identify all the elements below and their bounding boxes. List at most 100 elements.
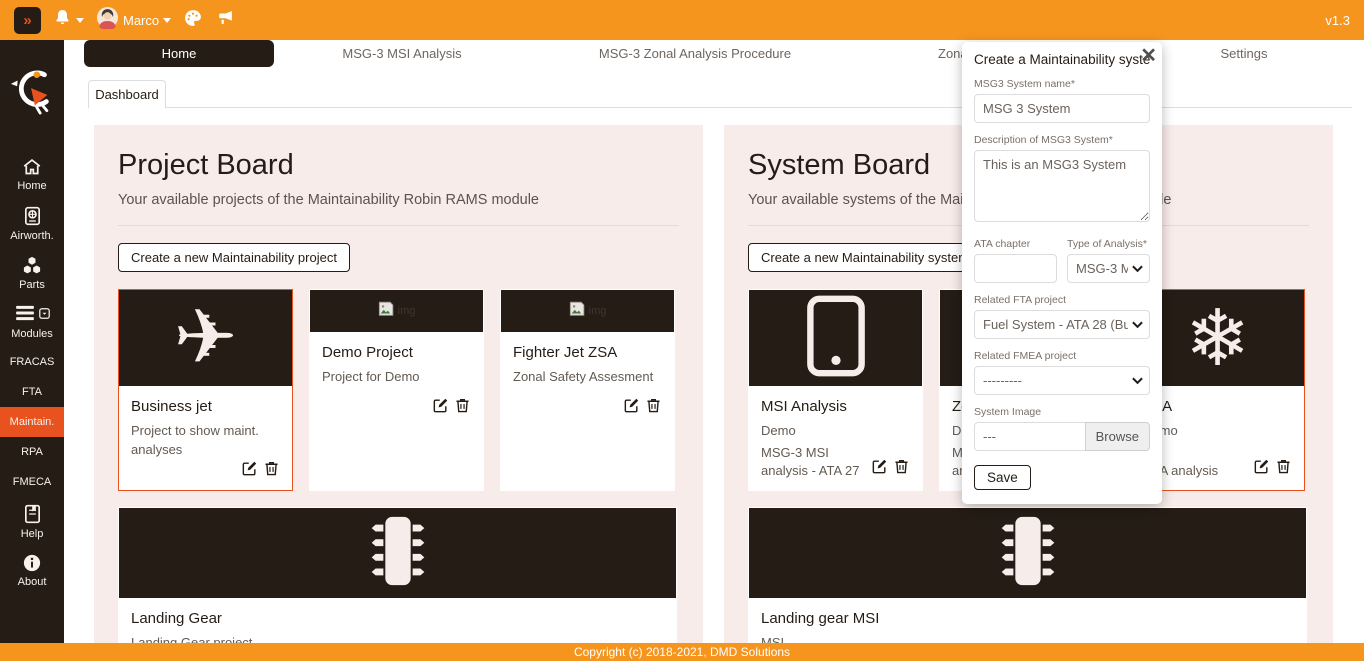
- tab-msg3-zonal-analysis-procedure[interactable]: MSG-3 Zonal Analysis Procedure: [575, 40, 815, 67]
- airplane-icon: ✈: [174, 300, 238, 376]
- page-title: Project Board: [118, 149, 679, 182]
- trash-icon[interactable]: [454, 397, 471, 419]
- edit-icon[interactable]: [871, 458, 888, 480]
- file-path-input[interactable]: [974, 422, 1086, 451]
- sidebar-item-rpa[interactable]: RPA: [0, 437, 64, 467]
- save-button[interactable]: Save: [974, 465, 1031, 490]
- sidebar-item-modules[interactable]: Modules: [0, 298, 64, 347]
- card-details: MSG-3 MSI analysis - ATA 27: [761, 444, 871, 480]
- field-label: Type of Analysis*: [1067, 238, 1150, 250]
- broken-image-icon: [378, 301, 396, 322]
- info-icon: [0, 554, 64, 572]
- trash-icon[interactable]: [1275, 458, 1292, 480]
- trash-icon[interactable]: [645, 397, 662, 419]
- chevron-down-icon: [1132, 321, 1143, 329]
- edit-icon[interactable]: [623, 397, 640, 419]
- passport-icon: [0, 206, 64, 226]
- card-description: Demo: [1143, 422, 1292, 441]
- field-label: Description of MSG3 System*: [974, 134, 1150, 146]
- project-card-business-jet[interactable]: ✈ Business jet Project to show maint. an…: [118, 289, 293, 491]
- field-label: ATA chapter: [974, 238, 1057, 250]
- card-image: [749, 290, 922, 386]
- sidebar-item-about[interactable]: About: [0, 547, 64, 595]
- create-project-button[interactable]: Create a new Maintainability project: [118, 243, 350, 272]
- topbar: » Marco v1.3: [0, 0, 1364, 40]
- sidebar-item-home[interactable]: Home: [0, 151, 64, 199]
- copyright-text: Copyright (c) 2018-2021, DMD Solutions: [574, 645, 790, 659]
- field-label: Related FTA project: [974, 294, 1150, 306]
- app-version: v1.3: [1325, 13, 1350, 28]
- modal-title: Create a Maintainability system: [974, 52, 1150, 67]
- tab-settings[interactable]: Settings: [1194, 40, 1294, 67]
- chip-icon: [982, 512, 1074, 595]
- edit-icon[interactable]: [432, 397, 449, 419]
- image-alt-text: img: [589, 305, 607, 317]
- related-fta-project-select[interactable]: Fuel System - ATA 28 (Busir: [974, 310, 1150, 339]
- chevron-down-icon: [163, 18, 171, 23]
- sidebar-item-parts[interactable]: Parts: [0, 249, 64, 298]
- system-card-landing-gear-msi[interactable]: Landing gear MSI MSI: [748, 507, 1307, 661]
- sidebar-item-fmeca[interactable]: FMECA: [0, 467, 64, 497]
- trash-icon[interactable]: [893, 458, 910, 480]
- board-subtitle: Your available projects of the Maintaina…: [118, 192, 679, 208]
- snowflake-icon: ❄: [1185, 299, 1250, 377]
- field-label: MSG3 System name*: [974, 78, 1150, 90]
- system-image-file-input: Browse: [974, 422, 1150, 451]
- sidebar-item-help[interactable]: Help: [0, 497, 64, 547]
- edit-icon[interactable]: [1253, 458, 1270, 480]
- home-icon: [0, 158, 64, 176]
- close-icon[interactable]: ✕: [1140, 46, 1157, 66]
- cubes-icon: [0, 256, 64, 275]
- divider: [88, 107, 1352, 108]
- sidebar-item-fta[interactable]: FTA: [0, 377, 64, 407]
- bell-icon: [53, 8, 72, 32]
- tablet-icon: [805, 295, 867, 382]
- robin-logo: [9, 66, 55, 121]
- create-system-modal: Create a Maintainability system ✕ MSG3 S…: [962, 42, 1162, 504]
- user-menu[interactable]: Marco: [96, 6, 171, 34]
- card-image: [119, 508, 676, 598]
- sidebar-item-maintain[interactable]: Maintain.: [0, 407, 64, 437]
- sidebar-item-airworthiness[interactable]: Airworth.: [0, 199, 64, 249]
- announcements-button[interactable]: [215, 8, 236, 32]
- card-image: img: [310, 290, 483, 332]
- project-board-panel: Project Board Your available projects of…: [94, 125, 703, 661]
- system-name-input[interactable]: [974, 94, 1150, 123]
- browse-button[interactable]: Browse: [1085, 422, 1150, 451]
- tab-home[interactable]: Home: [84, 40, 274, 67]
- tab-dashboard[interactable]: Dashboard: [88, 80, 166, 108]
- image-alt-text: img: [398, 305, 416, 317]
- system-description-textarea[interactable]: This is an MSG3 System: [974, 150, 1150, 222]
- ata-chapter-input[interactable]: [974, 254, 1057, 283]
- card-image: img: [501, 290, 674, 332]
- card-image: [749, 508, 1306, 598]
- main-content: Home MSG-3 MSI Analysis MSG-3 Zonal Anal…: [64, 40, 1364, 661]
- trash-icon[interactable]: [263, 460, 280, 482]
- type-of-analysis-select[interactable]: MSG-3 MS: [1067, 254, 1150, 283]
- palette-icon: [183, 8, 203, 33]
- card-description: Project to show maint. analyses: [131, 422, 280, 460]
- card-image: ✈: [119, 290, 292, 386]
- divider: [118, 225, 679, 226]
- sidebar-toggle-button[interactable]: »: [14, 7, 41, 34]
- chevron-down-icon: [76, 18, 84, 23]
- card-description: Demo: [761, 422, 910, 441]
- edit-icon[interactable]: [241, 460, 258, 482]
- notifications-button[interactable]: [53, 8, 84, 32]
- sidebar-item-fracas[interactable]: FRACAS: [0, 347, 64, 377]
- card-description: Zonal Safety Assesment: [513, 368, 662, 387]
- double-chevron-icon: »: [23, 12, 31, 29]
- card-description: Project for Demo: [322, 368, 471, 387]
- field-label: System Image: [974, 406, 1150, 418]
- theme-button[interactable]: [183, 8, 203, 33]
- chevron-down-icon: [1132, 377, 1143, 385]
- card-title: Demo Project: [322, 344, 471, 361]
- field-label: Related FMEA project: [974, 350, 1150, 362]
- related-fmea-project-select[interactable]: ---------: [974, 366, 1150, 395]
- project-card-demo-project[interactable]: img Demo Project Project for Demo: [309, 289, 484, 491]
- tab-msg3-msi-analysis[interactable]: MSG-3 MSI Analysis: [302, 40, 502, 67]
- project-card-landing-gear[interactable]: Landing Gear Landing Gear project: [118, 507, 677, 661]
- create-system-button[interactable]: Create a new Maintainability system: [748, 243, 982, 272]
- project-card-fighter-jet-zsa[interactable]: img Fighter Jet ZSA Zonal Safety Assesme…: [500, 289, 675, 491]
- system-card-msi-analysis[interactable]: MSI Analysis Demo MSG-3 MSI analysis - A…: [748, 289, 923, 491]
